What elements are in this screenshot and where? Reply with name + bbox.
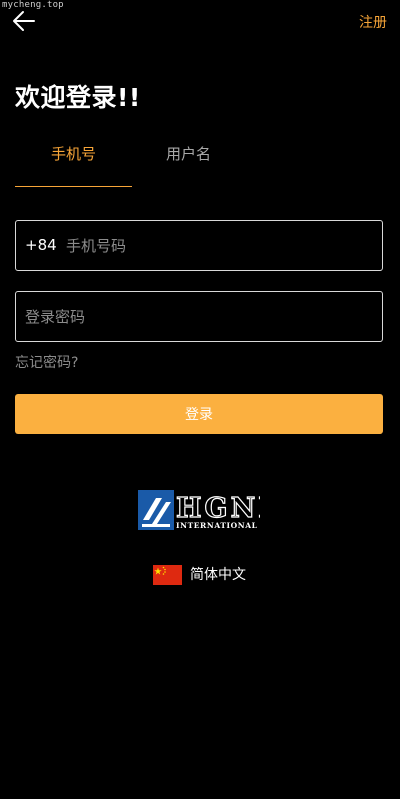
page-title: 欢迎登录!! <box>15 83 141 112</box>
logo-mark-text: HGNH <box>176 493 260 524</box>
password-input[interactable] <box>25 292 365 341</box>
login-method-tabs: 手机号 用户名 <box>15 130 385 187</box>
arrow-left-icon <box>13 11 35 31</box>
register-link[interactable]: 注册 <box>359 12 387 32</box>
country-code[interactable]: +84 <box>25 221 57 270</box>
forgot-password-link[interactable]: 忘记密码? <box>15 352 78 372</box>
phone-input[interactable] <box>66 221 366 270</box>
language-label: 简体中文 <box>190 567 246 583</box>
hgnh-logo: HGNH INTERNATIONAL <box>138 490 284 532</box>
tab-phone[interactable]: 手机号 <box>15 130 132 187</box>
china-flag-icon <box>153 565 182 585</box>
password-field <box>15 291 383 342</box>
back-button[interactable] <box>12 10 36 32</box>
phone-field: +84 <box>15 220 383 271</box>
tab-username[interactable]: 用户名 <box>130 130 247 187</box>
logo-subtext: INTERNATIONAL <box>176 521 258 530</box>
login-button[interactable]: 登录 <box>15 394 383 434</box>
